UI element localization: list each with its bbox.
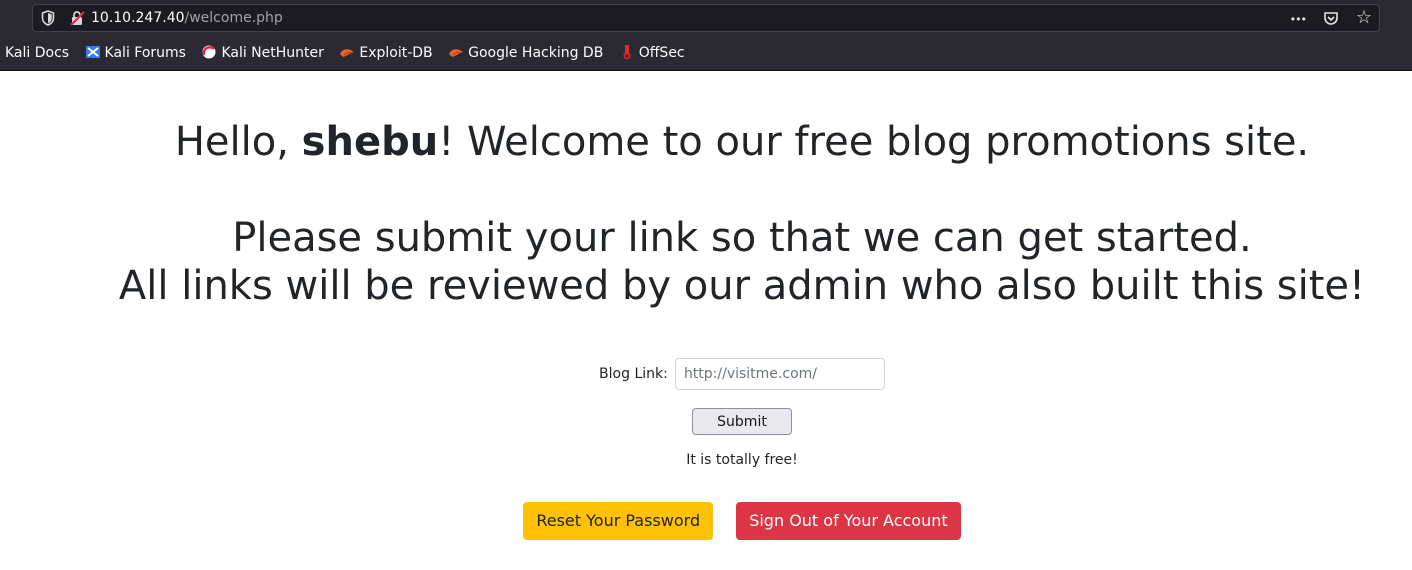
bookmarks-toolbar: Kali Docs Kali Forums Kali NetHunter Exp… <box>0 40 691 66</box>
reset-password-button[interactable]: Reset Your Password <box>523 502 714 540</box>
kali-forums-icon <box>85 46 100 58</box>
offsec-icon <box>623 45 631 60</box>
url-text[interactable]: 10.10.247.40/welcome.php <box>91 9 283 27</box>
bookmark-kali-nethunter[interactable]: Kali NetHunter <box>196 40 324 66</box>
blog-link-form: Blog Link: <box>0 358 1412 390</box>
url-path: /welcome.php <box>184 10 283 26</box>
address-bar[interactable]: 10.10.247.40/welcome.php ••• ☆ <box>32 4 1380 32</box>
url-actions: ••• ☆ <box>1281 8 1375 28</box>
bookmark-label: Google Hacking DB <box>468 45 604 61</box>
bookmark-kali-docs[interactable]: Kali Docs <box>0 40 69 66</box>
shield-icon[interactable] <box>41 10 55 26</box>
blog-link-label: Blog Link: <box>599 366 668 382</box>
instruction-line-2: All links will be reviewed by our admin … <box>118 263 1366 309</box>
bookmark-offsec[interactable]: OffSec <box>614 40 685 66</box>
account-actions: Reset Your Password Sign Out of Your Acc… <box>0 502 1412 540</box>
bookmark-label: Kali Docs <box>5 45 70 61</box>
pocket-icon[interactable] <box>1320 8 1342 28</box>
url-host: 10.10.247.40 <box>91 10 185 26</box>
username: shebu <box>301 119 439 165</box>
submit-row: Submit <box>0 408 1412 435</box>
browser-chrome: 10.10.247.40/welcome.php ••• ☆ Kali Docs… <box>0 0 1412 71</box>
ghdb-icon <box>449 49 464 57</box>
sign-out-button[interactable]: Sign Out of Your Account <box>736 502 961 540</box>
nethunter-icon <box>202 45 216 59</box>
exploit-db-icon <box>340 49 355 57</box>
submit-button[interactable]: Submit <box>692 408 792 435</box>
free-note: It is totally free! <box>686 452 798 468</box>
instruction-line-1: Please submit your link so that we can g… <box>232 215 1252 261</box>
bookmark-label: Exploit-DB <box>359 45 433 61</box>
star-icon[interactable]: ☆ <box>1353 8 1375 28</box>
more-icon[interactable]: ••• <box>1287 10 1309 30</box>
blog-link-input[interactable] <box>674 358 885 390</box>
bookmark-kali-forums[interactable]: Kali Forums <box>80 40 186 66</box>
bookmark-exploit-db[interactable]: Exploit-DB <box>334 40 433 66</box>
insecure-lock-icon[interactable] <box>69 10 85 26</box>
bookmark-label: Kali Forums <box>104 45 186 61</box>
bookmark-label: OffSec <box>638 45 685 61</box>
greeting-suffix: ! Welcome to our free blog promotions si… <box>438 119 1310 165</box>
greeting-prefix: Hello, <box>174 119 302 165</box>
bookmark-google-hacking-db[interactable]: Google Hacking DB <box>443 40 603 66</box>
greeting-heading: Hello, shebu! Welcome to our free blog p… <box>0 118 1412 166</box>
page-content: Hello, shebu! Welcome to our free blog p… <box>0 71 1412 570</box>
bookmark-label: Kali NetHunter <box>221 45 324 61</box>
